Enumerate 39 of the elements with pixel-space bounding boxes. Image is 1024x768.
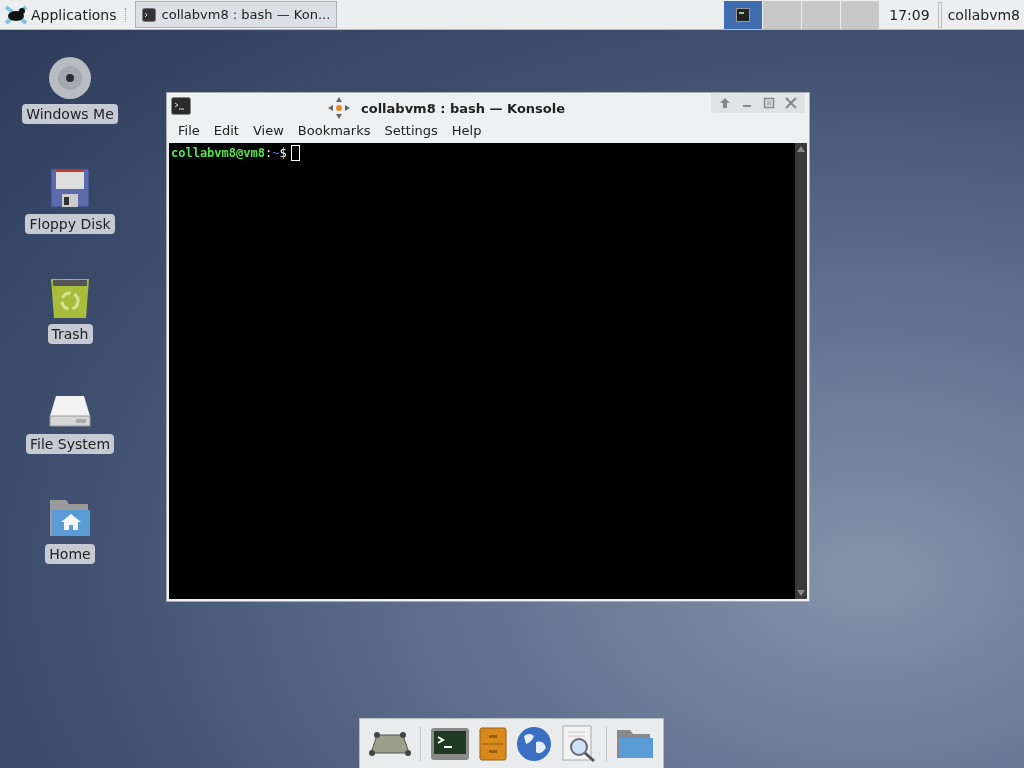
taskbar-button[interactable]: collabvm8 : bash — Kon...: [134, 1, 338, 28]
keep-above-icon[interactable]: [719, 97, 731, 109]
terminal-icon: [141, 7, 156, 22]
menu-item[interactable]: Edit: [206, 122, 246, 138]
document-search-icon[interactable]: [561, 725, 598, 763]
desktop-icon-label[interactable]: Home: [45, 544, 95, 564]
scroll-down-icon[interactable]: [797, 590, 805, 596]
close-icon[interactable]: [785, 97, 797, 109]
menu-item[interactable]: Settings: [377, 122, 445, 138]
menu-item[interactable]: View: [245, 122, 291, 138]
globe-icon[interactable]: [516, 726, 553, 762]
show-desktop-icon[interactable]: [368, 729, 411, 759]
shell-prompt: collabvm8@vm8:~$: [171, 146, 287, 160]
mouse-logo-icon: [4, 4, 28, 25]
folder-icon[interactable]: [616, 728, 655, 760]
menu-item[interactable]: Help: [444, 122, 489, 138]
terminal-area[interactable]: collabvm8@vm8:~$: [169, 143, 807, 599]
clock: 17:09: [889, 6, 930, 23]
move-arrows-icon[interactable]: [327, 96, 351, 120]
terminal-icon: [171, 97, 191, 115]
scrollbar[interactable]: [795, 143, 807, 599]
text-cursor: [290, 145, 300, 161]
disc-icon: [48, 56, 92, 100]
terminal-icon: [736, 7, 751, 22]
menu-item[interactable]: File: [171, 122, 207, 138]
maximize-icon[interactable]: [763, 97, 775, 109]
applications-menu[interactable]: Applications: [0, 0, 121, 30]
desktop-icon-label[interactable]: Floppy Disk: [25, 214, 115, 234]
desktop-icon-label[interactable]: File System: [25, 434, 115, 454]
menu-item[interactable]: Bookmarks: [290, 122, 378, 138]
desktop-icon-label[interactable]: Trash: [47, 324, 93, 344]
terminal-icon[interactable]: [429, 727, 470, 761]
desktop-icon-label[interactable]: Windows Me: [22, 104, 118, 124]
scroll-up-icon[interactable]: [797, 146, 805, 152]
workspace-button[interactable]: [724, 0, 763, 29]
trash-icon: [48, 276, 92, 320]
window-title: collabvm8 : bash — Konsole: [361, 100, 566, 116]
file-cabinet-icon[interactable]: [478, 727, 507, 761]
user-name: collabvm8: [947, 6, 1020, 23]
